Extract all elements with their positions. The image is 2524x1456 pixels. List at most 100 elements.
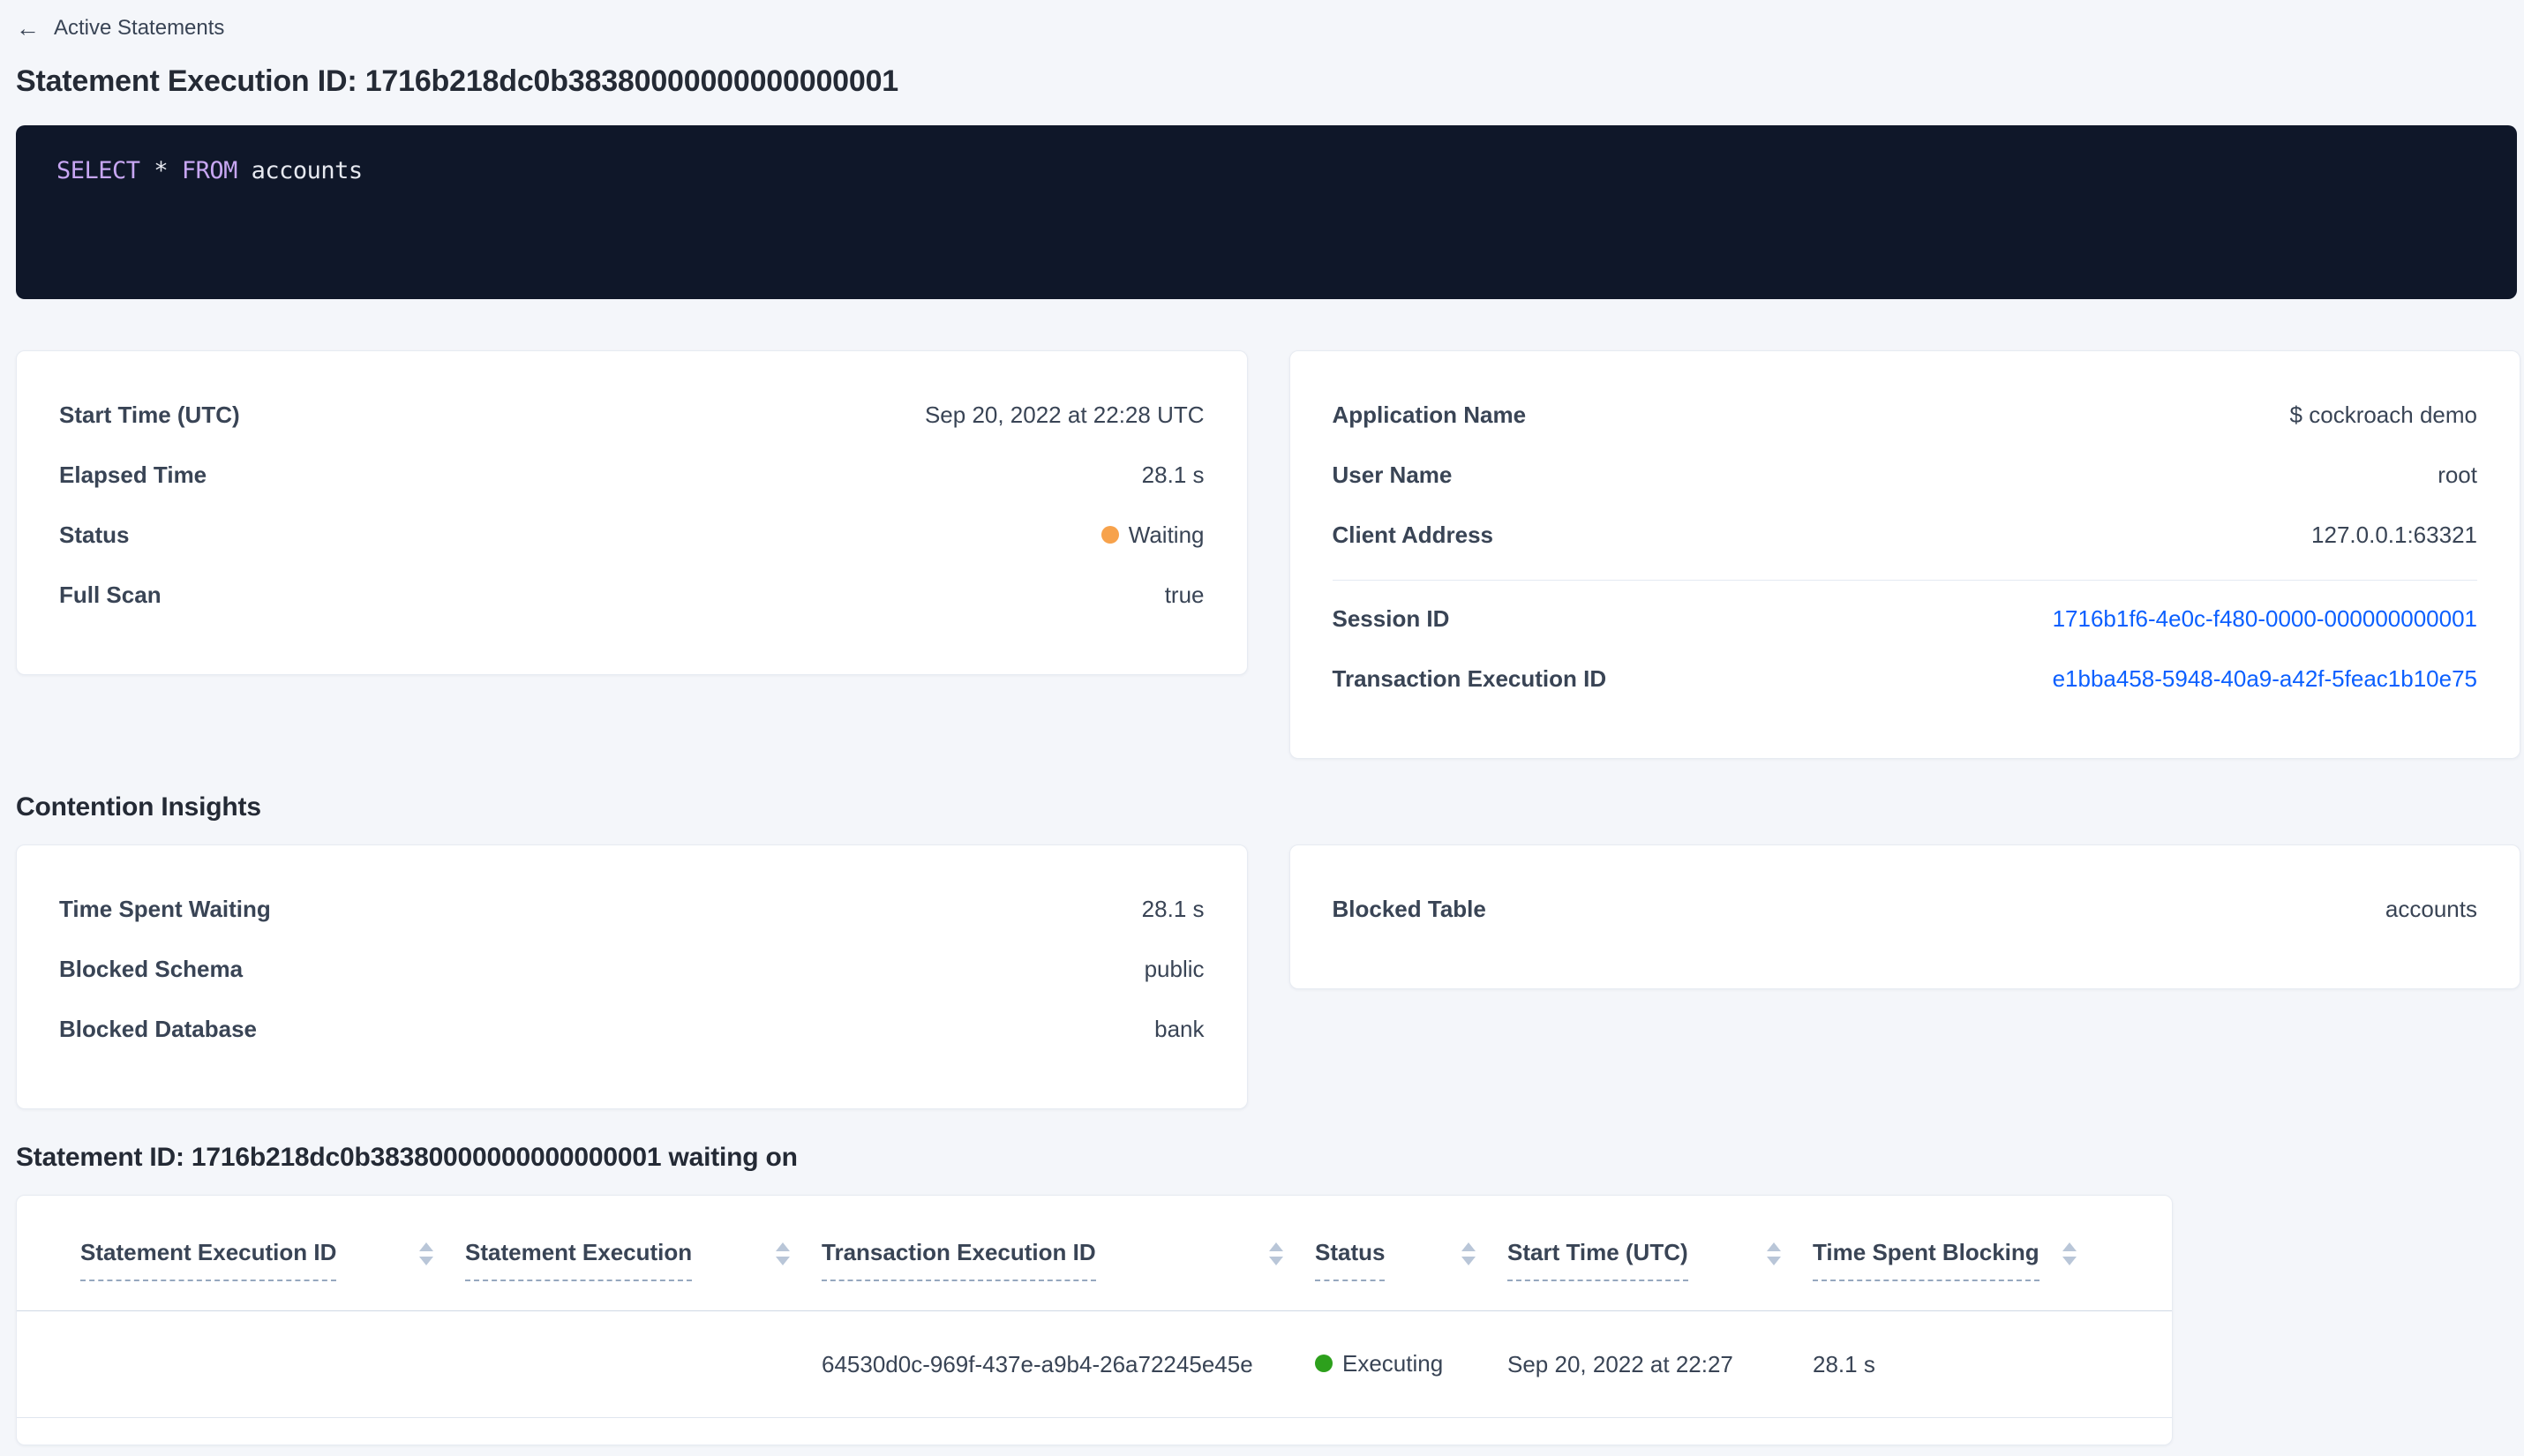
detail-label: Blocked Table — [1332, 895, 1486, 922]
cell-time-spent-blocking: 28.1 s — [1813, 1350, 1875, 1377]
detail-value: 127.0.0.1:63321 — [2311, 521, 2477, 548]
status-dot-executing — [1315, 1355, 1333, 1373]
sort-down-icon — [776, 1257, 790, 1265]
sort-icon[interactable] — [1767, 1242, 1781, 1265]
waiting-statements-table: Statement Execution ID Statement Executi… — [16, 1195, 2173, 1445]
sql-keyword-select: SELECT — [56, 157, 140, 184]
column-header-status[interactable]: Status — [1315, 1237, 1507, 1310]
sort-up-icon — [776, 1242, 790, 1251]
cell-transaction-execution-id: 64530d0c-969f-437e-a9b4-26a72245e45e — [822, 1350, 1253, 1377]
contention-waiting-card: Time Spent Waiting 28.1 s Blocked Schema… — [16, 844, 1248, 1109]
column-header-label: Start Time (UTC) — [1507, 1237, 1688, 1281]
detail-row-time-spent-waiting: Time Spent Waiting 28.1 s — [59, 894, 1205, 924]
detail-row-elapsed-time: Elapsed Time 28.1 s — [59, 460, 1205, 490]
detail-label: Application Name — [1332, 401, 1527, 428]
detail-row-full-scan: Full Scan true — [59, 580, 1205, 610]
sort-icon[interactable] — [419, 1242, 433, 1265]
detail-row-blocked-schema: Blocked Schema public — [59, 954, 1205, 984]
sql-statement: SELECT * FROM accounts — [56, 157, 363, 184]
execution-details-card: Start Time (UTC) Sep 20, 2022 at 22:28 U… — [16, 350, 1248, 675]
detail-value: true — [1164, 581, 1205, 608]
detail-value: 28.1 s — [1141, 461, 1205, 488]
cell-start-time: Sep 20, 2022 at 22:27 — [1507, 1350, 1733, 1377]
detail-value: bank — [1154, 1015, 1205, 1042]
sql-table-name: accounts — [251, 157, 364, 184]
detail-label: Elapsed Time — [59, 461, 207, 488]
sort-down-icon — [2062, 1257, 2077, 1265]
contention-insights-heading: Contention Insights — [16, 792, 261, 822]
blocked-table-card: Blocked Table accounts — [1288, 844, 2520, 989]
sort-up-icon — [419, 1242, 433, 1251]
detail-row-user-name: User Name root — [1333, 460, 2478, 490]
detail-label: Blocked Database — [59, 1015, 257, 1042]
column-header-label: Transaction Execution ID — [822, 1237, 1096, 1281]
detail-row-status: Status Waiting — [59, 520, 1205, 550]
cell-status: Executing — [1315, 1350, 1507, 1379]
detail-label: Start Time (UTC) — [59, 401, 240, 428]
sort-down-icon — [1269, 1257, 1283, 1265]
sort-up-icon — [1461, 1242, 1476, 1251]
back-arrow-icon: ← — [16, 15, 40, 41]
status-text: Waiting — [1128, 521, 1205, 548]
back-link-label: Active Statements — [54, 16, 225, 40]
sql-keyword-from: FROM — [181, 157, 238, 184]
detail-row-application-name: Application Name $ cockroach demo — [1333, 400, 2478, 430]
page-title: Statement Execution ID: 1716b218dc0b3838… — [16, 64, 898, 98]
detail-value: public — [1144, 955, 1205, 982]
column-header-statement-execution-id[interactable]: Statement Execution ID — [80, 1237, 465, 1310]
waiting-on-heading: Statement ID: 1716b218dc0b38380000000000… — [16, 1143, 798, 1172]
table-bottom-spacer — [17, 1418, 2172, 1445]
sort-down-icon — [419, 1257, 433, 1265]
session-id-link[interactable]: 1716b1f6-4e0c-f480-0000-000000000001 — [2053, 605, 2477, 633]
detail-label: Time Spent Waiting — [59, 895, 271, 922]
sql-star: * — [154, 157, 169, 184]
detail-label: Status — [59, 521, 130, 548]
detail-row-transaction-execution-id: Transaction Execution ID e1bba458-5948-4… — [1333, 664, 2478, 694]
status-badge: Executing — [1315, 1350, 1443, 1377]
sort-up-icon — [2062, 1242, 2077, 1251]
detail-row-session-id: Session ID 1716b1f6-4e0c-f480-0000-00000… — [1333, 604, 2478, 634]
status-text: Executing — [1342, 1349, 1444, 1377]
status-dot-waiting — [1100, 526, 1119, 544]
detail-label: Full Scan — [59, 581, 162, 608]
detail-row-client-address: Client Address 127.0.0.1:63321 — [1333, 520, 2478, 550]
sort-up-icon — [1269, 1242, 1283, 1251]
column-header-time-spent-blocking[interactable]: Time Spent Blocking — [1813, 1237, 2108, 1310]
detail-value: accounts — [2385, 895, 2477, 922]
sort-down-icon — [1767, 1257, 1781, 1265]
column-header-label: Status — [1315, 1237, 1386, 1281]
detail-row-blocked-database: Blocked Database bank — [59, 1014, 1205, 1044]
column-header-label: Statement Execution — [465, 1237, 693, 1281]
back-link[interactable]: ← Active Statements — [16, 16, 224, 41]
detail-value: $ cockroach demo — [2289, 401, 2477, 428]
detail-value: Sep 20, 2022 at 22:28 UTC — [924, 401, 1205, 428]
sort-icon[interactable] — [2062, 1242, 2077, 1265]
session-details-card: Application Name $ cockroach demo User N… — [1288, 350, 2520, 759]
table-header-row: Statement Execution ID Statement Executi… — [17, 1196, 2172, 1311]
table-row: 64530d0c-969f-437e-a9b4-26a72245e45e Exe… — [17, 1311, 2172, 1418]
detail-label: User Name — [1332, 461, 1453, 488]
sql-statement-box: SELECT * FROM accounts — [16, 125, 2517, 299]
details-cards-row: Start Time (UTC) Sep 20, 2022 at 22:28 U… — [16, 350, 2520, 759]
column-header-transaction-execution-id[interactable]: Transaction Execution ID — [822, 1237, 1315, 1310]
detail-label: Client Address — [1332, 521, 1494, 548]
sort-down-icon — [1461, 1257, 1476, 1265]
detail-row-blocked-table: Blocked Table accounts — [1333, 894, 2478, 924]
column-header-start-time[interactable]: Start Time (UTC) — [1507, 1237, 1813, 1310]
detail-value: root — [2438, 461, 2477, 488]
contention-cards-row: Time Spent Waiting 28.1 s Blocked Schema… — [16, 844, 2520, 1109]
detail-row-start-time: Start Time (UTC) Sep 20, 2022 at 22:28 U… — [59, 400, 1205, 430]
detail-label: Transaction Execution ID — [1332, 664, 1607, 692]
detail-label: Session ID — [1332, 604, 1450, 632]
transaction-execution-id-link[interactable]: e1bba458-5948-40a9-a42f-5feac1b10e75 — [2053, 665, 2477, 693]
sort-icon[interactable] — [776, 1242, 790, 1265]
status-badge: Waiting — [1100, 521, 1205, 549]
column-header-statement-execution[interactable]: Statement Execution — [465, 1237, 822, 1310]
sort-icon[interactable] — [1461, 1242, 1476, 1265]
sort-icon[interactable] — [1269, 1242, 1283, 1265]
statement-execution-details-page: ← Active Statements Statement Execution … — [0, 0, 2524, 1445]
detail-value: 28.1 s — [1141, 895, 1205, 922]
column-header-label: Time Spent Blocking — [1813, 1237, 2039, 1281]
detail-label: Blocked Schema — [59, 955, 244, 982]
sort-up-icon — [1767, 1242, 1781, 1251]
